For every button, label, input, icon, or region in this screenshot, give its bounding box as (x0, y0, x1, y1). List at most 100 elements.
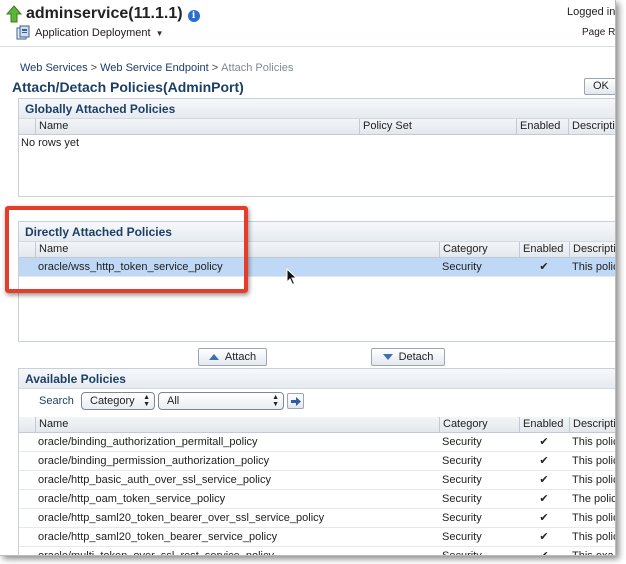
mouse-pointer-icon (286, 268, 298, 286)
detach-label: Detach (398, 351, 434, 363)
updown-arrows-icon: ▲ ▼ (143, 394, 150, 408)
attach-label: Attach (224, 351, 257, 363)
table-row[interactable]: oracle/wss_http_token_service_policy Sec… (19, 258, 615, 277)
check-icon: ✔ (539, 261, 549, 273)
search-bar: Search Category ▲ ▼ All ▲ ▼ (19, 391, 615, 413)
search-value: All (167, 395, 180, 407)
ok-button[interactable]: OK (584, 78, 615, 95)
policy-name: oracle/binding_permission_authorization_… (38, 455, 270, 467)
empty-table-message: No rows yet (21, 137, 80, 149)
application-deployment-menu[interactable]: Application Deployment ▼ (16, 24, 164, 42)
policy-category: Security (442, 531, 482, 543)
policy-description: This policy (572, 474, 615, 486)
policy-category: Security (442, 550, 482, 556)
policy-category: Security (442, 261, 482, 273)
column-header-description[interactable]: Description (569, 242, 615, 258)
breadcrumb-attach-policies: Attach Policies (221, 62, 294, 74)
search-field-select[interactable]: Category ▲ ▼ (81, 392, 155, 410)
policy-description: The policy (572, 493, 615, 505)
arrow-up-icon (208, 354, 219, 360)
updown-arrows-icon: ▲ ▼ (272, 394, 279, 408)
breadcrumb-web-services[interactable]: Web Services (20, 62, 88, 74)
check-icon: ✔ (539, 436, 549, 448)
policy-description: This policy (572, 436, 615, 448)
available-policies-panel: Available Policies Search Category ▲ ▼ Al… (18, 368, 615, 556)
search-field-value: Category (90, 395, 135, 407)
table-row[interactable]: oracle/multi_token_over_ssl_rest_service… (19, 547, 615, 556)
table-row[interactable]: oracle/http_oam_token_service_policy Sec… (19, 490, 615, 509)
directly-attached-table: Name Category Enabled Description oracle… (19, 242, 615, 341)
info-icon[interactable]: i (187, 9, 200, 22)
available-policies-title: Available Policies (19, 369, 615, 389)
column-header-name[interactable]: Name (35, 417, 439, 433)
check-icon: ✔ (539, 512, 549, 524)
globally-attached-title: Globally Attached Policies (19, 99, 615, 119)
up-arrow-icon[interactable] (6, 5, 22, 23)
page-title: Attach/Detach Policies(AdminPort) (12, 79, 244, 95)
policy-description: This policy (572, 261, 615, 273)
check-icon: ✔ (539, 531, 549, 543)
policy-category: Security (442, 512, 482, 524)
policy-description: This policy (572, 512, 615, 524)
policy-description: This exa (572, 550, 614, 556)
policy-name: oracle/http_saml20_token_bearer_over_ssl… (38, 512, 325, 524)
table-header: Name Category Enabled Description (19, 242, 615, 258)
arrow-down-icon (382, 354, 393, 360)
app-title: adminservice(11.1.1) (26, 5, 183, 22)
table-row[interactable]: oracle/http_saml20_token_bearer_over_ssl… (19, 509, 615, 528)
globally-attached-table: Name Policy Set Enabled Description No r… (19, 119, 615, 196)
column-header-policy-set[interactable]: Policy Set (359, 119, 516, 135)
column-header-description[interactable]: Description (568, 119, 615, 135)
policy-name: oracle/http_saml20_token_bearer_service_… (38, 531, 278, 543)
check-icon: ✔ (539, 550, 549, 556)
available-policies-table: Name Category Enabled Description oracle… (19, 417, 615, 556)
globally-attached-panel: Globally Attached Policies Name Policy S… (18, 98, 615, 197)
check-icon: ✔ (539, 455, 549, 467)
table-header: Name Policy Set Enabled Description (19, 119, 615, 135)
page-ref-text: Page R (582, 27, 616, 38)
policy-description: This policy (572, 455, 615, 467)
check-icon: ✔ (539, 493, 549, 505)
app-title-row: adminservice(11.1.1) i (6, 4, 200, 24)
column-header-category[interactable]: Category (439, 417, 519, 433)
search-value-select[interactable]: All ▲ ▼ (158, 392, 284, 410)
column-header-category[interactable]: Category (439, 242, 519, 258)
policy-category: Security (442, 474, 482, 486)
policy-name: oracle/http_oam_token_service_policy (38, 493, 226, 505)
policy-name: oracle/multi_token_over_ssl_rest_service… (38, 550, 275, 556)
policy-category: Security (442, 455, 482, 467)
table-row[interactable]: oracle/http_basic_auth_over_ssl_service_… (19, 471, 615, 490)
column-header-name[interactable]: Name (35, 242, 439, 258)
go-arrow-icon (291, 397, 301, 406)
table-row[interactable]: oracle/binding_permission_authorization_… (19, 452, 615, 471)
breadcrumb-separator: > (90, 62, 98, 74)
check-icon: ✔ (539, 474, 549, 486)
breadcrumb-web-service-endpoint[interactable]: Web Service Endpoint (100, 62, 209, 74)
column-header-name[interactable]: Name (35, 119, 359, 135)
policy-category: Security (442, 436, 482, 448)
column-header-enabled[interactable]: Enabled (519, 242, 569, 258)
column-header-enabled[interactable]: Enabled (516, 119, 568, 135)
attach-button[interactable]: Attach (198, 348, 267, 366)
logged-in-text: Logged in (567, 6, 616, 18)
column-header-description[interactable]: Description (569, 417, 615, 433)
policy-description: This policy (572, 531, 615, 543)
directly-attached-title: Directly Attached Policies (19, 222, 615, 242)
policy-category: Security (442, 493, 482, 505)
detach-button[interactable]: Detach (371, 348, 445, 366)
policy-name: oracle/wss_http_token_service_policy (38, 261, 223, 273)
table-row[interactable]: oracle/binding_authorization_permitall_p… (19, 433, 615, 452)
app-window: adminservice(11.1.1) i Logged in Page R … (0, 0, 616, 556)
column-header-enabled[interactable]: Enabled (519, 417, 569, 433)
directly-attached-panel: Directly Attached Policies Name Category… (18, 221, 615, 342)
header-divider (0, 46, 615, 47)
deployment-icon (16, 25, 30, 40)
table-header: Name Category Enabled Description (19, 417, 615, 433)
chevron-down-icon: ▼ (155, 28, 164, 38)
application-deployment-label: Application Deployment (35, 27, 151, 39)
search-go-button[interactable] (287, 393, 304, 409)
breadcrumb-separator: > (211, 62, 219, 74)
search-label: Search (39, 395, 74, 407)
table-row[interactable]: oracle/http_saml20_token_bearer_service_… (19, 528, 615, 547)
policy-name: oracle/binding_authorization_permitall_p… (38, 436, 258, 448)
